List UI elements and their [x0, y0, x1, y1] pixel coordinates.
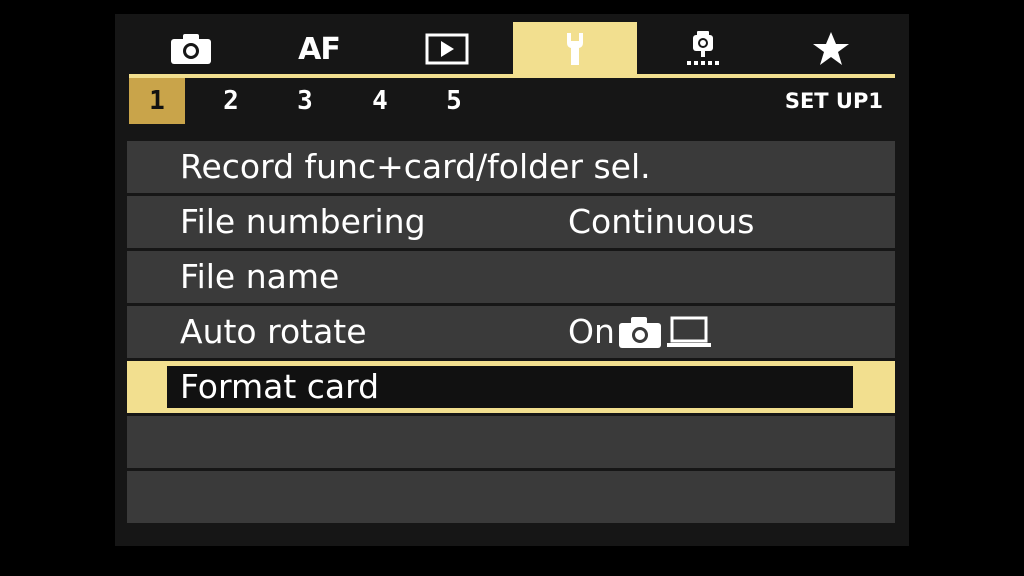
- tab-af[interactable]: AF: [257, 22, 381, 76]
- play-icon: [425, 33, 469, 65]
- empty-row: [127, 471, 895, 523]
- menu-item-label: Auto rotate: [180, 312, 367, 351]
- page-1[interactable]: 1: [129, 78, 185, 124]
- tab-setup[interactable]: [513, 22, 637, 76]
- camera-icon: [171, 34, 211, 64]
- camera-menu-screen: AF 1 2 3 4 5 SET UP1 Record func+card/fo…: [115, 14, 909, 546]
- menu-page-title: SET UP1: [784, 89, 883, 113]
- page-selector: 1 2 3 4 5 SET UP1: [129, 78, 895, 124]
- af-tab-label: AF: [298, 31, 341, 67]
- menu-tab-bar: AF: [129, 22, 895, 76]
- empty-row: [127, 416, 895, 468]
- tab-custom-functions[interactable]: [641, 22, 765, 76]
- tab-my-menu[interactable]: [769, 22, 893, 76]
- page-4[interactable]: 4: [352, 78, 408, 124]
- menu-item-label: File name: [180, 257, 340, 296]
- menu-item-file-name[interactable]: File name: [127, 251, 895, 303]
- camera-icon: [618, 317, 661, 348]
- star-icon: [813, 32, 849, 65]
- computer-icon: [666, 316, 711, 347]
- menu-item-format-card[interactable]: Format card: [127, 361, 895, 413]
- tab-shooting[interactable]: [129, 22, 253, 76]
- menu-item-label: Record func+card/folder sel.: [180, 147, 651, 186]
- tab-playback[interactable]: [385, 22, 509, 76]
- menu-item-value-group: On: [568, 306, 713, 358]
- menu-item-auto-rotate[interactable]: Auto rotate On: [127, 306, 895, 358]
- menu-item-file-numbering[interactable]: File numbering Continuous: [127, 196, 895, 248]
- menu-item-label: Format card: [180, 367, 380, 406]
- menu-list: Record func+card/folder sel. File number…: [127, 141, 895, 526]
- page-2[interactable]: 2: [203, 78, 259, 124]
- wrench-icon: [567, 33, 583, 65]
- auto-rotate-value: On: [568, 312, 615, 351]
- custom-functions-icon: [687, 31, 719, 65]
- menu-item-value: Continuous: [568, 202, 755, 241]
- page-3[interactable]: 3: [277, 78, 333, 124]
- menu-item-label: File numbering: [180, 202, 426, 241]
- menu-item-record-func[interactable]: Record func+card/folder sel.: [127, 141, 895, 193]
- page-5[interactable]: 5: [426, 78, 482, 124]
